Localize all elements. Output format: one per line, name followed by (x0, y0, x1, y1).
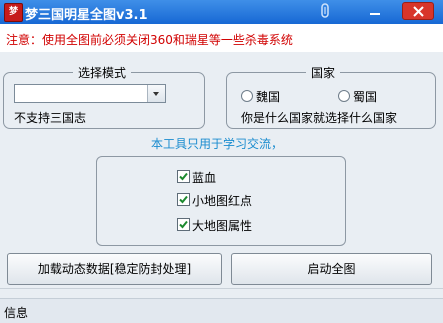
checkbox-bigmap-attributes[interactable] (177, 218, 190, 231)
checkbox-bigmap-attributes-label[interactable]: 大地图属性 (192, 217, 252, 234)
minimize-button[interactable] (363, 2, 387, 20)
start-fullmap-button[interactable]: 启动全图 (231, 253, 432, 285)
close-button[interactable] (402, 2, 434, 20)
check-icon (179, 195, 188, 204)
window-title: 梦三国明星全图v3.1 (25, 8, 148, 23)
check-icon (179, 172, 188, 181)
mode-select-group-title: 选择模式 (73, 64, 132, 81)
close-icon (413, 6, 424, 17)
radio-wei-label[interactable]: 魏国 (256, 88, 280, 105)
minimize-icon (370, 13, 380, 15)
warning-notice-text: 注意：使用全图前必须关闭360和瑞星等一些杀毒系统 (6, 33, 293, 47)
title-bar: 梦 梦三国明星全图v3.1 (0, 0, 443, 24)
chevron-down-icon[interactable] (147, 85, 165, 102)
radio-shu[interactable] (338, 90, 350, 102)
country-note: 你是什么国家就选择什么国家 (241, 111, 398, 125)
load-dynamic-data-button[interactable]: 加载动态数据[稳定防封处理] (7, 253, 222, 285)
status-text: 信息 (4, 306, 29, 320)
radio-wei[interactable] (241, 90, 253, 102)
warning-notice-bar: 注意：使用全图前必须关闭360和瑞星等一些杀毒系统 (0, 24, 443, 52)
mode-unsupported-note: 不支持三国志 (14, 111, 87, 125)
mode-select-dropdown[interactable] (14, 84, 166, 103)
checkbox-minimap-dots-label[interactable]: 小地图红点 (192, 192, 252, 209)
check-icon (179, 220, 188, 229)
country-group-title: 国家 (306, 64, 341, 81)
checkbox-blue-health[interactable] (177, 170, 190, 183)
study-only-note: 本工具只用于学习交流， (151, 137, 284, 151)
status-bar: 信息 (0, 298, 443, 323)
checkbox-minimap-dots[interactable] (177, 193, 190, 206)
checkbox-blue-health-label[interactable]: 蓝血 (192, 169, 216, 186)
radio-shu-label[interactable]: 蜀国 (353, 88, 377, 105)
paperclip-icon[interactable] (320, 3, 330, 18)
app-logo-icon: 梦 (4, 3, 23, 22)
divider (0, 288, 443, 289)
